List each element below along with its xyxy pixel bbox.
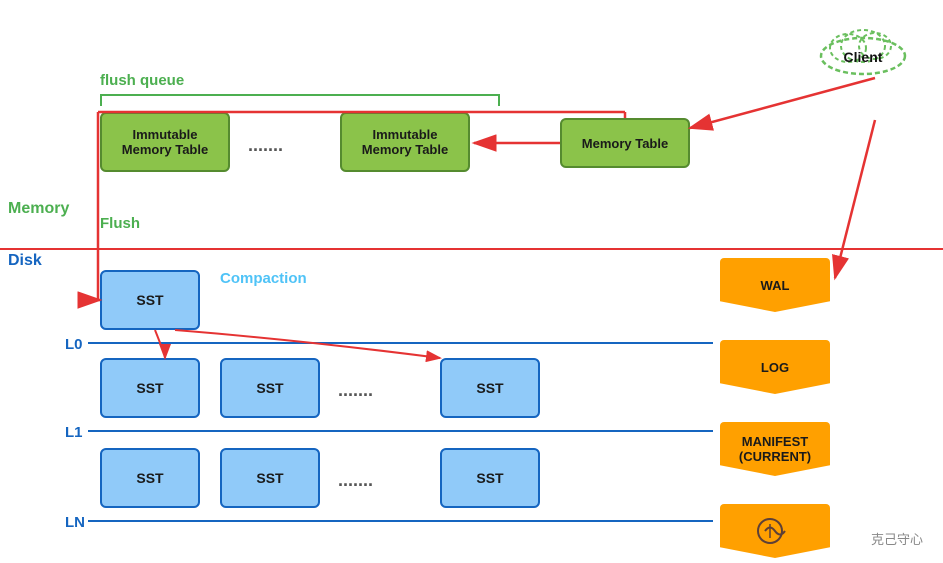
l1-line [88, 430, 713, 432]
l1-sst-1: SST [100, 358, 200, 418]
memory-table: Memory Table [560, 118, 690, 168]
ln-label: LN [65, 514, 85, 531]
dots-2: ....... [338, 380, 373, 401]
diagram: Client flush queue ImmutableMemory Table… [0, 0, 943, 563]
disk-label: Disk [8, 252, 42, 270]
ln-sst-1: SST [100, 448, 200, 508]
client-cloud: Client [813, 18, 913, 78]
flush-label: Flush [100, 215, 140, 232]
immutable-memory-table-1: ImmutableMemory Table [100, 112, 230, 172]
ln-sst-2: SST [220, 448, 320, 508]
l0-label: L0 [65, 336, 83, 353]
flush-queue-line-left [100, 94, 102, 106]
immutable-memory-table-2: ImmutableMemory Table [340, 112, 470, 172]
memory-label: Memory [8, 200, 69, 218]
dots-3: ....... [338, 470, 373, 491]
l1-sst-3: SST [440, 358, 540, 418]
manifest-bookmark: MANIFEST(CURRENT) [720, 422, 830, 476]
log-bookmark: LOG [720, 340, 830, 394]
wal-bookmark: WAL [720, 258, 830, 312]
memory-disk-line [0, 248, 943, 250]
icon-bookmark [720, 504, 830, 558]
l1-sst-2: SST [220, 358, 320, 418]
svg-text:Client: Client [844, 49, 883, 65]
flush-queue-line-right [498, 94, 500, 106]
watermark: 克己守心 [871, 529, 923, 548]
flush-queue-line [100, 94, 500, 96]
ln-sst-3: SST [440, 448, 540, 508]
l0-sst-1: SST [100, 270, 200, 330]
l0-line [88, 342, 713, 344]
flush-queue-label: flush queue [100, 72, 184, 89]
l1-label: L1 [65, 424, 83, 441]
dots-1: ....... [248, 135, 283, 156]
compaction-label: Compaction [220, 270, 307, 287]
ln-line [88, 520, 713, 522]
